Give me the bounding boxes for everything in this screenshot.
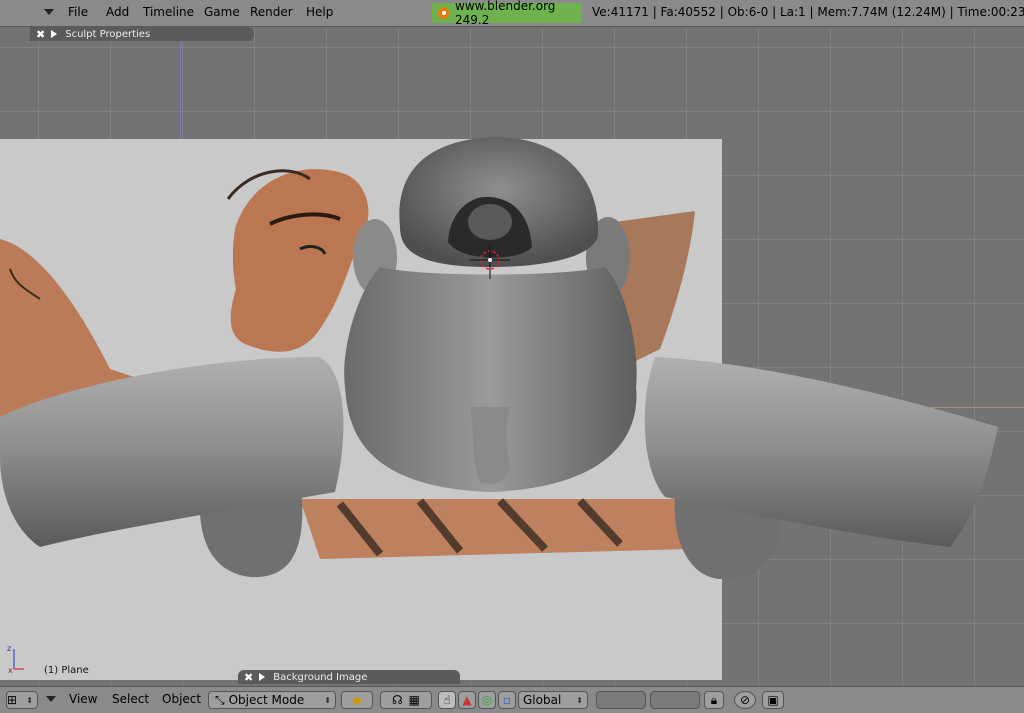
menu-view[interactable]: View <box>69 692 97 706</box>
3d-view-header: ⊞ ⬍ View Select Object ⤡ Object Mode ⬍ ◆ … <box>0 686 1024 713</box>
close-icon[interactable]: ✖ <box>244 671 253 684</box>
pivot-selector[interactable]: ☊ ▦ <box>380 691 432 709</box>
active-object-label: (1) Plane <box>44 665 89 676</box>
layers-block-2[interactable] <box>650 691 700 709</box>
scale-manipulator[interactable]: ▫ <box>498 691 516 709</box>
blender-website-button[interactable]: www.blender.org 249.2 <box>432 0 582 27</box>
info-header: File Add Timeline Game Render Help www.b… <box>0 0 1024 27</box>
expand-icon[interactable] <box>51 30 58 38</box>
mode-label: Object Mode <box>228 693 305 707</box>
menu-file[interactable]: File <box>68 5 88 19</box>
manipulator-toggle[interactable]: ☝ <box>438 691 456 709</box>
image-icon: ▣ <box>767 693 779 707</box>
rotate-icon: ◎ <box>481 693 493 707</box>
expand-icon[interactable] <box>259 673 266 681</box>
menu-game[interactable]: Game <box>204 5 240 19</box>
header-collapse-icon[interactable] <box>44 9 54 15</box>
panel-title: Background Image <box>273 671 368 683</box>
orientation-selector[interactable]: Global ⬍ <box>518 691 588 709</box>
menu-add[interactable]: Add <box>106 5 129 19</box>
menu-timeline[interactable]: Timeline <box>143 5 194 19</box>
translate-icon: ▲ <box>462 693 472 707</box>
editor-type-selector[interactable]: ⊞ ⬍ <box>6 691 38 709</box>
menu-object[interactable]: Object <box>162 692 201 706</box>
layers-block-1[interactable] <box>596 691 646 709</box>
sculpt-mesh[interactable] <box>0 27 1024 686</box>
menu-select[interactable]: Select <box>112 692 149 706</box>
orientation-label: Global <box>523 693 562 707</box>
blender-version-label: www.blender.org 249.2 <box>455 0 556 27</box>
mode-selector[interactable]: ⤡ Object Mode ⬍ <box>208 691 336 709</box>
3d-viewport[interactable]: ✖ Sculpt Properties (1) Plane z x ✖ Back… <box>0 27 1024 686</box>
axes-gizmo-icon: z x <box>7 644 24 673</box>
blender-logo-icon <box>438 7 449 19</box>
render-icon: ⊘ <box>739 693 751 707</box>
axis-z-label: z <box>7 644 11 653</box>
sculpt-properties-panel[interactable]: ✖ Sculpt Properties <box>30 27 254 41</box>
translate-manipulator[interactable]: ▲ <box>458 691 476 709</box>
grid-view-icon: ⊞ <box>7 693 18 707</box>
axis-x-label: x <box>8 666 13 673</box>
background-image-panel[interactable]: ✖ Background Image <box>238 670 460 684</box>
rotate-manipulator[interactable]: ◎ <box>478 691 496 709</box>
hand-icon: ☝ <box>443 693 451 707</box>
pivot-icon: ☊ <box>391 693 403 707</box>
render-preview-button[interactable]: ⊘ <box>734 691 756 709</box>
lock-icon: 🔒︎ <box>710 692 718 707</box>
scale-icon: ▫ <box>502 693 512 707</box>
object-mode-icon: ⤡ <box>215 692 225 707</box>
image-render-button[interactable]: ▣ <box>762 691 784 709</box>
lock-layers-button[interactable]: 🔒︎ <box>704 691 724 709</box>
panel-title: Sculpt Properties <box>65 28 151 40</box>
menu-render[interactable]: Render <box>250 5 293 19</box>
scene-stats: Ve:41171 | Fa:40552 | Ob:6-0 | La:1 | Me… <box>592 5 1024 19</box>
menu-collapse-icon[interactable] <box>46 696 56 702</box>
draw-type-selector[interactable]: ◆ <box>341 691 373 709</box>
solid-shading-icon: ◆ <box>352 693 362 707</box>
menu-help[interactable]: Help <box>306 5 333 19</box>
close-icon[interactable]: ✖ <box>36 28 45 41</box>
layer-icon: ▦ <box>408 693 420 707</box>
